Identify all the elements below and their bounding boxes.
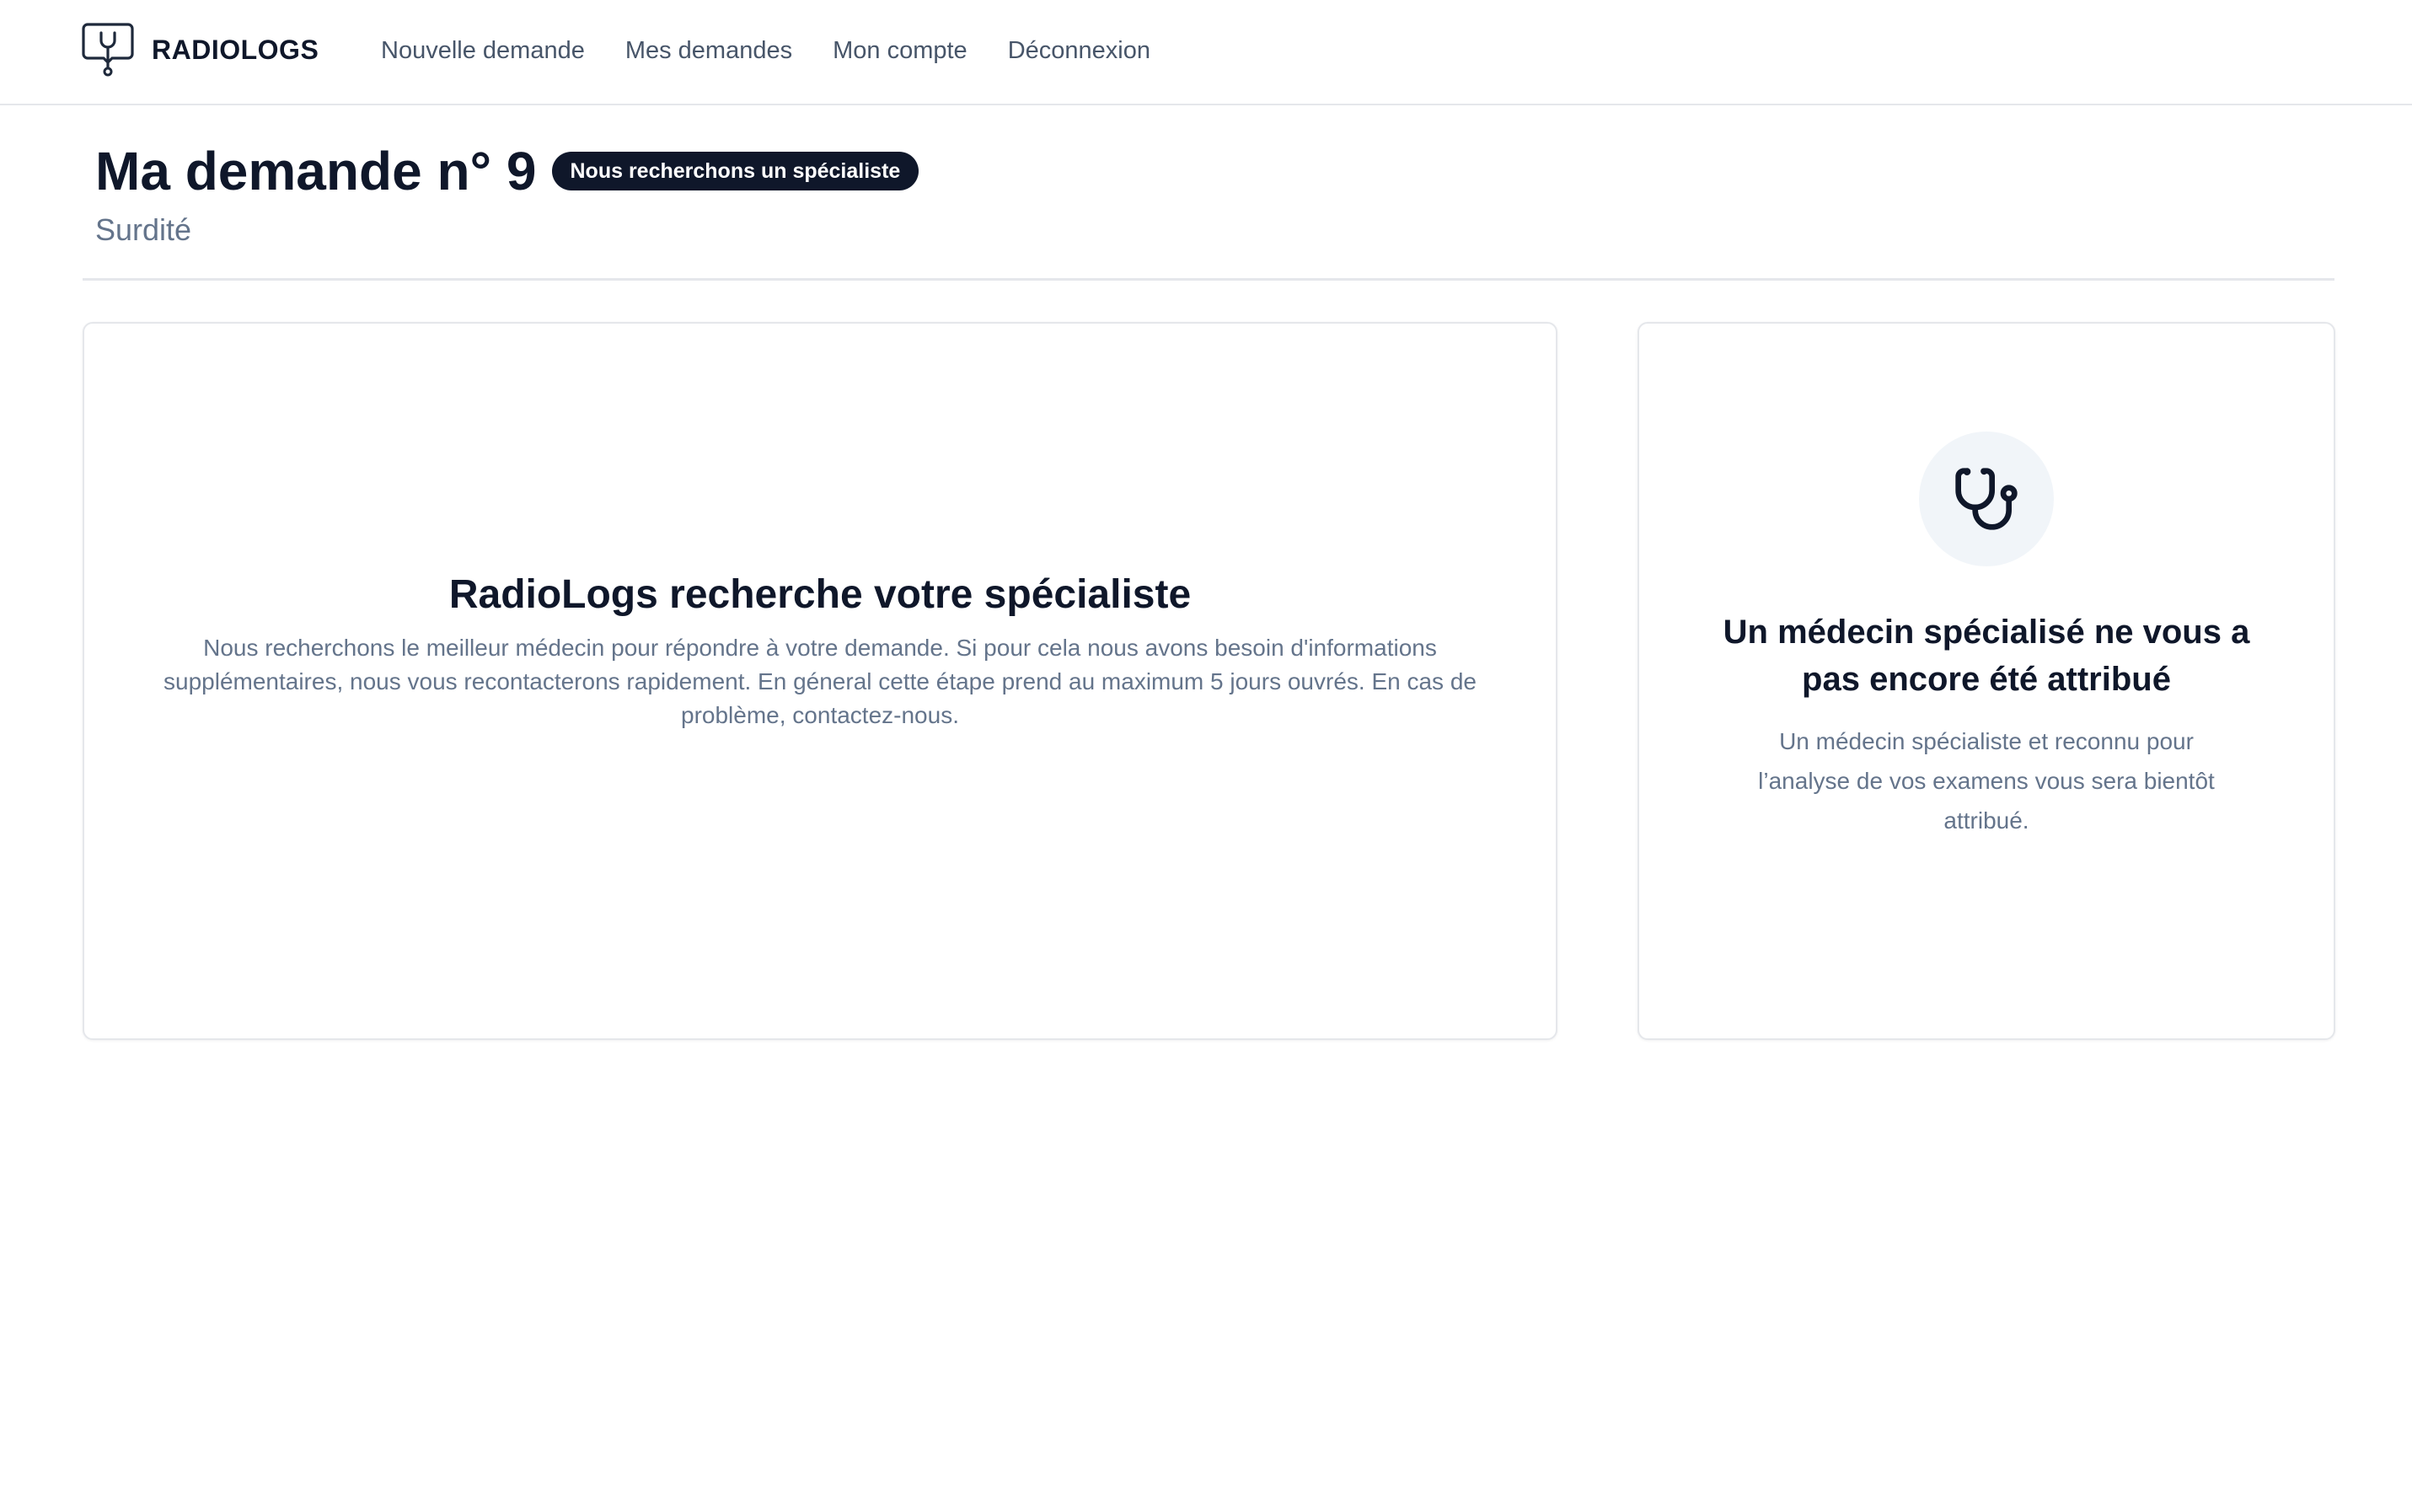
search-status-text: Nous recherchons le meilleur médecin pou… [163, 635, 1477, 728]
brand-home-link[interactable]: RADIOLOGS [81, 22, 319, 78]
main-nav: Nouvelle demande Mes demandes Mon compte… [381, 30, 1150, 71]
specialist-text: Un médecin spécialiste et reconnu pour l… [1758, 728, 2215, 834]
top-navbar: RADIOLOGS Nouvelle demande Mes demandes … [0, 0, 2412, 105]
heading-divider [83, 278, 2334, 281]
page-title: Ma demande n° 9 [95, 141, 537, 201]
page-heading: Ma demande n° 9 Nous recherchons un spéc… [95, 140, 919, 202]
nav-link-mon-compte[interactable]: Mon compte [833, 37, 967, 65]
specialist-icon-circle [1919, 432, 2054, 566]
specialist-card: Un médecin spécialisé ne vous a pas enco… [1637, 322, 2335, 1040]
search-status-card: RadioLogs recherche votre spécialiste No… [83, 322, 1557, 1040]
nav-link-mes-demandes[interactable]: Mes demandes [625, 37, 792, 65]
stethoscope-icon [1955, 468, 2018, 530]
page-subtitle: Surdité [95, 212, 192, 247]
stethoscope-chat-icon [82, 23, 134, 77]
nav-link-nouvelle-demande[interactable]: Nouvelle demande [381, 37, 585, 65]
status-badge: Nous recherchons un spécialiste [551, 152, 919, 190]
search-status-title: RadioLogs recherche votre spécialiste [448, 572, 1192, 617]
nav-link-deconnexion[interactable]: Déconnexion [1008, 37, 1150, 65]
brand-name: RADIOLOGS [152, 34, 319, 65]
specialist-title: Un médecin spécialisé ne vous a pas enco… [1723, 614, 2250, 698]
